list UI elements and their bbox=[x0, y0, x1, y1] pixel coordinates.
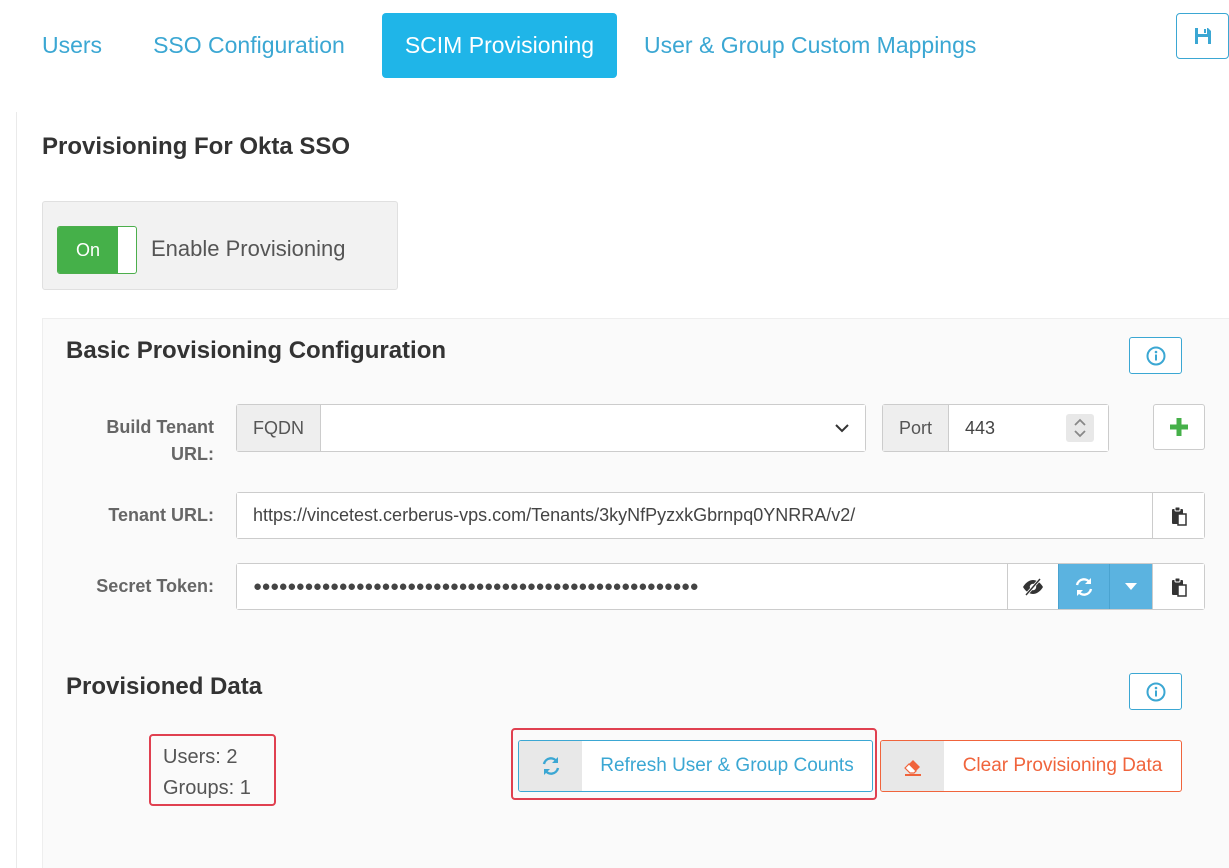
fqdn-select[interactable] bbox=[321, 405, 865, 451]
refresh-icon bbox=[1075, 577, 1093, 596]
spinner-icon[interactable] bbox=[1066, 414, 1094, 442]
tenant-url-label: Tenant URL: bbox=[108, 505, 214, 525]
provisioning-toggle[interactable]: On bbox=[57, 226, 137, 274]
secret-token-input[interactable]: ●●●●●●●●●●●●●●●●●●●●●●●●●●●●●●●●●●●●●●●●… bbox=[237, 564, 1007, 609]
save-button[interactable] bbox=[1176, 13, 1229, 59]
port-group: Port 443 bbox=[882, 404, 1109, 452]
regenerate-token-button[interactable] bbox=[1058, 564, 1109, 609]
secret-token-label: Secret Token: bbox=[96, 576, 214, 596]
tenant-url-input[interactable]: https://vincetest.cerberus-vps.com/Tenan… bbox=[237, 493, 1152, 538]
tab-bar: Users SSO Configuration SCIM Provisionin… bbox=[28, 13, 1013, 78]
toggle-secret-visibility-button[interactable] bbox=[1007, 564, 1058, 609]
plus-icon bbox=[1170, 418, 1188, 436]
paste-icon bbox=[1171, 506, 1187, 526]
eye-slash-icon bbox=[1023, 577, 1043, 596]
refresh-counts-icon-cell bbox=[519, 741, 582, 791]
build-tenant-url-label: Build Tenant URL: bbox=[106, 417, 214, 464]
caret-down-icon bbox=[1125, 582, 1137, 590]
tab-users[interactable]: Users bbox=[28, 13, 116, 78]
port-addon: Port bbox=[883, 405, 950, 451]
eraser-icon bbox=[903, 760, 921, 776]
add-tenant-url-button[interactable] bbox=[1153, 404, 1205, 450]
enable-provisioning-box: On Enable Provisioning bbox=[42, 201, 398, 290]
info-icon bbox=[1146, 682, 1165, 701]
clear-data-icon-cell bbox=[881, 741, 944, 791]
secret-token-value: ●●●●●●●●●●●●●●●●●●●●●●●●●●●●●●●●●●●●●●●●… bbox=[253, 578, 699, 595]
clear-provisioning-data-label: Clear Provisioning Data bbox=[962, 755, 1163, 776]
provisioned-counts: Users: 2 Groups: 1 bbox=[149, 734, 276, 806]
fqdn-select-group: FQDN bbox=[236, 404, 866, 452]
info-icon bbox=[1146, 346, 1165, 365]
token-options-dropdown-button[interactable] bbox=[1109, 564, 1152, 609]
copy-tenant-url-button[interactable] bbox=[1152, 493, 1204, 538]
port-value: 443 bbox=[965, 417, 996, 438]
provisioned-data-info-button[interactable] bbox=[1129, 673, 1182, 710]
save-icon bbox=[1194, 28, 1211, 44]
tab-custom-mappings[interactable]: User & Group Custom Mappings bbox=[630, 13, 990, 78]
chevron-down-icon bbox=[835, 424, 849, 433]
groups-count: Groups: 1 bbox=[163, 777, 251, 799]
refresh-counts-button[interactable]: Refresh User & Group Counts bbox=[518, 740, 873, 792]
refresh-icon bbox=[542, 757, 559, 775]
provisioned-data-title: Provisioned Data bbox=[66, 673, 263, 700]
port-input[interactable]: 443 bbox=[949, 405, 1108, 451]
paste-icon bbox=[1171, 577, 1187, 597]
copy-secret-token-button[interactable] bbox=[1152, 564, 1204, 609]
users-count: Users: 2 bbox=[163, 746, 238, 768]
tab-scim-provisioning[interactable]: SCIM Provisioning bbox=[381, 13, 618, 78]
page-title: Provisioning For Okta SSO bbox=[42, 133, 351, 160]
basic-config-title: Basic Provisioning Configuration bbox=[66, 337, 447, 364]
fqdn-addon: FQDN bbox=[237, 405, 321, 451]
secret-token-group: ●●●●●●●●●●●●●●●●●●●●●●●●●●●●●●●●●●●●●●●●… bbox=[236, 563, 1205, 610]
tab-sso-configuration[interactable]: SSO Configuration bbox=[139, 13, 359, 78]
basic-config-info-button[interactable] bbox=[1129, 337, 1182, 374]
enable-provisioning-label: Enable Provisioning bbox=[151, 236, 346, 261]
tenant-url-group: https://vincetest.cerberus-vps.com/Tenan… bbox=[236, 492, 1205, 539]
toggle-on-label: On bbox=[58, 227, 118, 273]
refresh-counts-label: Refresh User & Group Counts bbox=[600, 755, 854, 776]
clear-provisioning-data-button[interactable]: Clear Provisioning Data bbox=[880, 740, 1182, 792]
